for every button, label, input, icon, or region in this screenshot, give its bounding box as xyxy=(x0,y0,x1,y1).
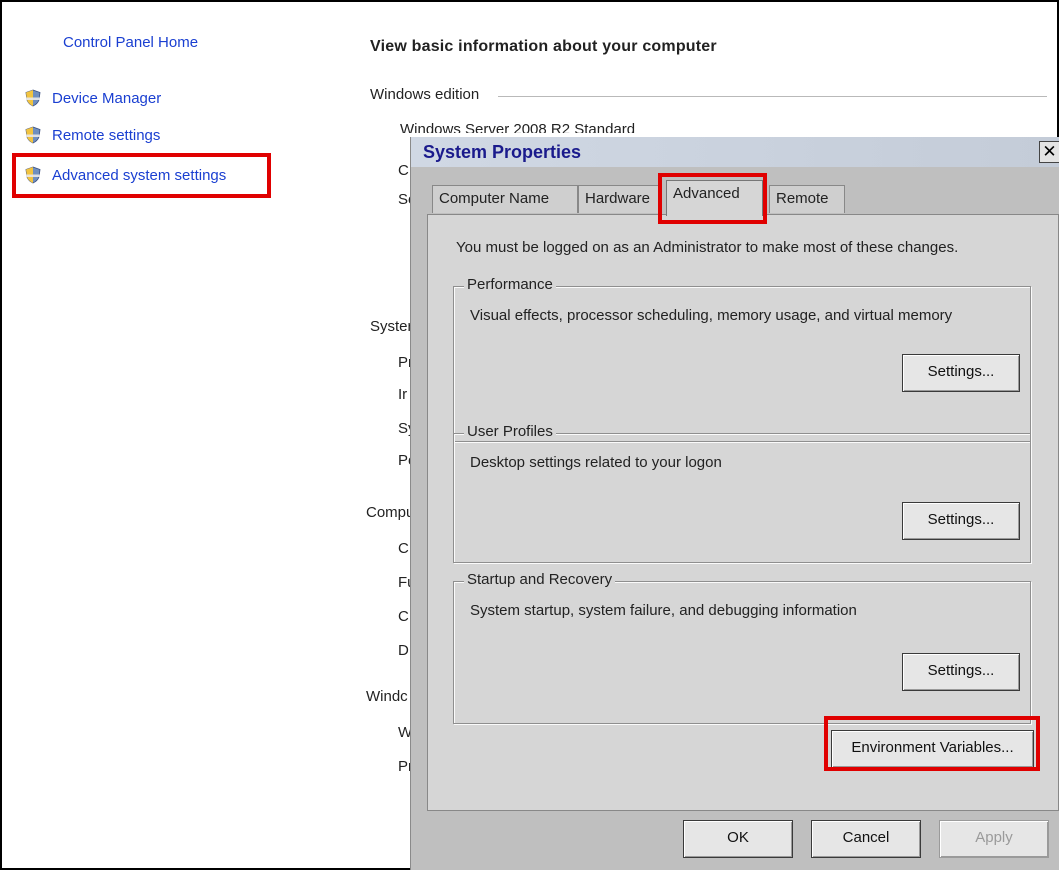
ok-button[interactable]: OK xyxy=(683,820,793,858)
system-header: Syster xyxy=(370,318,413,335)
environment-variables-button[interactable]: Environment Variables... xyxy=(831,730,1034,768)
uac-shield-icon xyxy=(25,89,41,107)
remote-settings-label: Remote settings xyxy=(52,126,161,144)
device-manager-link[interactable]: Device Manager xyxy=(24,87,161,109)
advanced-system-settings-label: Advanced system settings xyxy=(52,166,227,184)
user-profiles-settings-button[interactable]: Settings... xyxy=(902,502,1020,540)
startup-recovery-settings-button[interactable]: Settings... xyxy=(902,653,1020,691)
section-divider xyxy=(498,96,1047,97)
uac-shield-icon xyxy=(25,166,41,184)
system-properties-dialog: System Properties ✕ Computer Name Hardwa… xyxy=(410,137,1059,870)
admin-note: You must be logged on as an Administrato… xyxy=(456,239,959,256)
computer-row: C xyxy=(398,608,409,625)
windows-edition-header: Windows edition xyxy=(370,86,480,103)
performance-title: Performance xyxy=(464,276,556,293)
user-profiles-description: Desktop settings related to your logon xyxy=(470,454,722,471)
tab-hardware[interactable]: Hardware xyxy=(578,185,662,213)
device-manager-label: Device Manager xyxy=(52,89,162,107)
activation-header: Windc xyxy=(366,688,408,705)
startup-recovery-title: Startup and Recovery xyxy=(464,571,616,588)
tab-computer-name[interactable]: Computer Name xyxy=(432,185,578,213)
edition-row: C xyxy=(398,162,409,179)
control-panel-home-link[interactable]: Control Panel Home xyxy=(63,34,198,51)
startup-recovery-description: System startup, system failure, and debu… xyxy=(470,602,857,619)
performance-group: Performance Visual effects, processor sc… xyxy=(453,276,1031,442)
startup-recovery-group: Startup and Recovery System startup, sys… xyxy=(453,571,1031,724)
performance-description: Visual effects, processor scheduling, me… xyxy=(470,307,953,324)
page-title: View basic information about your comput… xyxy=(370,38,717,55)
computer-header: Compu xyxy=(366,504,415,521)
dialog-titlebar[interactable]: System Properties ✕ xyxy=(411,137,1059,167)
cancel-button[interactable]: Cancel xyxy=(811,820,921,858)
tab-remote[interactable]: Remote xyxy=(769,185,845,213)
performance-settings-button[interactable]: Settings... xyxy=(902,354,1020,392)
system-row: Ir xyxy=(398,386,408,403)
apply-button[interactable]: Apply xyxy=(939,820,1049,858)
computer-row: D xyxy=(398,642,409,659)
user-profiles-group: User Profiles Desktop settings related t… xyxy=(453,423,1031,563)
advanced-tab-panel: You must be logged on as an Administrato… xyxy=(427,214,1059,811)
remote-settings-link[interactable]: Remote settings xyxy=(24,124,160,146)
edition-value: Windows Server 2008 R2 Standard xyxy=(400,121,636,133)
tab-advanced[interactable]: Advanced xyxy=(666,180,763,216)
dialog-title: System Properties xyxy=(423,142,582,162)
uac-shield-icon xyxy=(25,126,41,144)
computer-row: C xyxy=(398,540,409,557)
user-profiles-title: User Profiles xyxy=(464,423,556,440)
advanced-system-settings-link[interactable]: Advanced system settings xyxy=(24,164,226,186)
close-button[interactable]: ✕ xyxy=(1039,141,1059,163)
